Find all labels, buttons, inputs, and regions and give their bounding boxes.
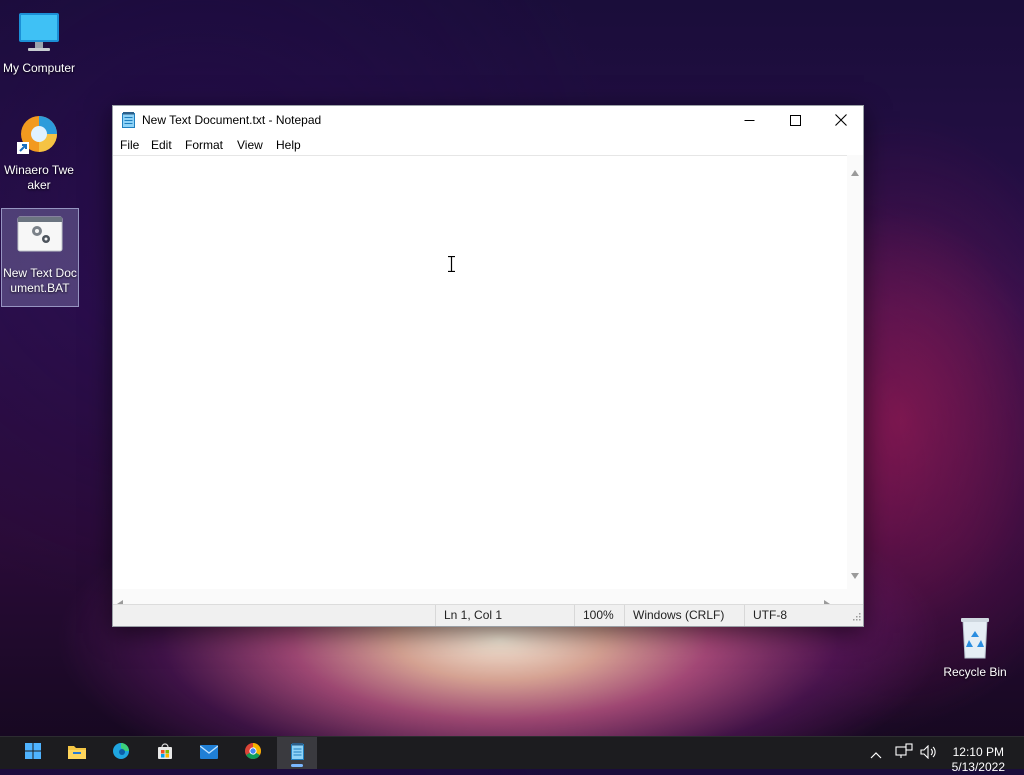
desktop-icon-label: New Text Document.BAT xyxy=(3,266,77,295)
notepad-icon xyxy=(122,112,135,128)
winaero-tweaker-icon xyxy=(15,112,63,160)
close-icon xyxy=(835,111,847,130)
speaker-icon xyxy=(920,744,938,763)
batch-file-icon xyxy=(16,215,64,263)
maximize-button[interactable] xyxy=(772,106,818,135)
menu-view[interactable]: View xyxy=(237,138,263,152)
volume-button[interactable] xyxy=(917,737,941,769)
network-button[interactable] xyxy=(892,737,916,769)
desktop-icon-winaero-tweaker[interactable]: Winaero Tweaker xyxy=(1,112,77,193)
vertical-scrollbar[interactable] xyxy=(847,155,863,589)
text-cursor-icon xyxy=(448,255,455,273)
taskbar-edge[interactable] xyxy=(101,737,141,769)
menu-file[interactable]: File xyxy=(120,138,139,152)
maximize-icon xyxy=(789,111,801,130)
title-bar[interactable]: New Text Document.txt - Notepad xyxy=(113,106,863,135)
window-title: New Text Document.txt - Notepad xyxy=(142,113,322,127)
horizontal-scrollbar[interactable] xyxy=(113,589,848,608)
menu-edit[interactable]: Edit xyxy=(151,138,172,152)
chrome-icon xyxy=(244,742,262,764)
taskbar-store[interactable] xyxy=(145,737,185,769)
resize-grip-icon[interactable] xyxy=(853,610,861,624)
network-icon xyxy=(895,743,913,763)
start-button[interactable] xyxy=(13,737,53,769)
status-bar: Ln 1, Col 1 100% Windows (CRLF) UTF-8 xyxy=(113,604,863,626)
notepad-icon xyxy=(290,742,304,764)
folder-icon xyxy=(68,744,86,763)
edge-icon xyxy=(112,742,130,764)
status-cursor-position: Ln 1, Col 1 xyxy=(435,605,502,626)
taskbar-chrome[interactable] xyxy=(233,737,273,769)
desktop-icon-recycle-bin[interactable]: Recycle Bin xyxy=(937,614,1013,680)
status-line-ending: Windows (CRLF) xyxy=(624,605,724,626)
recycle-bin-icon xyxy=(951,614,999,662)
menu-format[interactable]: Format xyxy=(185,138,223,152)
taskbar: 12:10 PM 5/13/2022 xyxy=(0,736,1024,774)
system-clock[interactable]: 12:10 PM 5/13/2022 xyxy=(952,745,1005,775)
desktop-icon-label: My Computer xyxy=(2,61,76,75)
show-hidden-icons-button[interactable] xyxy=(864,737,888,769)
status-encoding: UTF-8 xyxy=(744,605,787,626)
taskbar-mail[interactable] xyxy=(189,737,229,769)
scroll-down-arrow-icon[interactable] xyxy=(851,564,859,583)
status-zoom: 100% xyxy=(574,605,614,626)
notepad-window[interactable]: New Text Document.txt - Notepad File Edi… xyxy=(112,105,864,627)
scroll-up-arrow-icon[interactable] xyxy=(851,161,859,180)
windows-logo-icon xyxy=(25,743,41,763)
store-bag-icon xyxy=(157,743,173,763)
minimize-icon xyxy=(744,111,755,130)
scrollbar-corner xyxy=(847,589,863,605)
menu-help[interactable]: Help xyxy=(276,138,301,152)
desktop-icon-label: Winaero Tweaker xyxy=(4,163,74,192)
desktop-icon-my-computer[interactable]: My Computer xyxy=(1,10,77,76)
close-button[interactable] xyxy=(818,106,864,135)
desktop-icon-bat-file[interactable]: New Text Document.BAT xyxy=(1,208,79,307)
desktop-icon-label: Recycle Bin xyxy=(943,665,1007,679)
taskbar-file-explorer[interactable] xyxy=(57,737,97,769)
text-editor[interactable] xyxy=(113,155,848,590)
taskbar-notepad[interactable] xyxy=(277,737,317,769)
mail-icon xyxy=(199,744,219,763)
menu-bar: File Edit Format View Help xyxy=(113,135,863,155)
clock-time: 12:10 PM xyxy=(952,745,1004,759)
chevron-up-icon xyxy=(870,744,882,763)
monitor-icon xyxy=(15,10,63,58)
minimize-button[interactable] xyxy=(726,106,772,135)
